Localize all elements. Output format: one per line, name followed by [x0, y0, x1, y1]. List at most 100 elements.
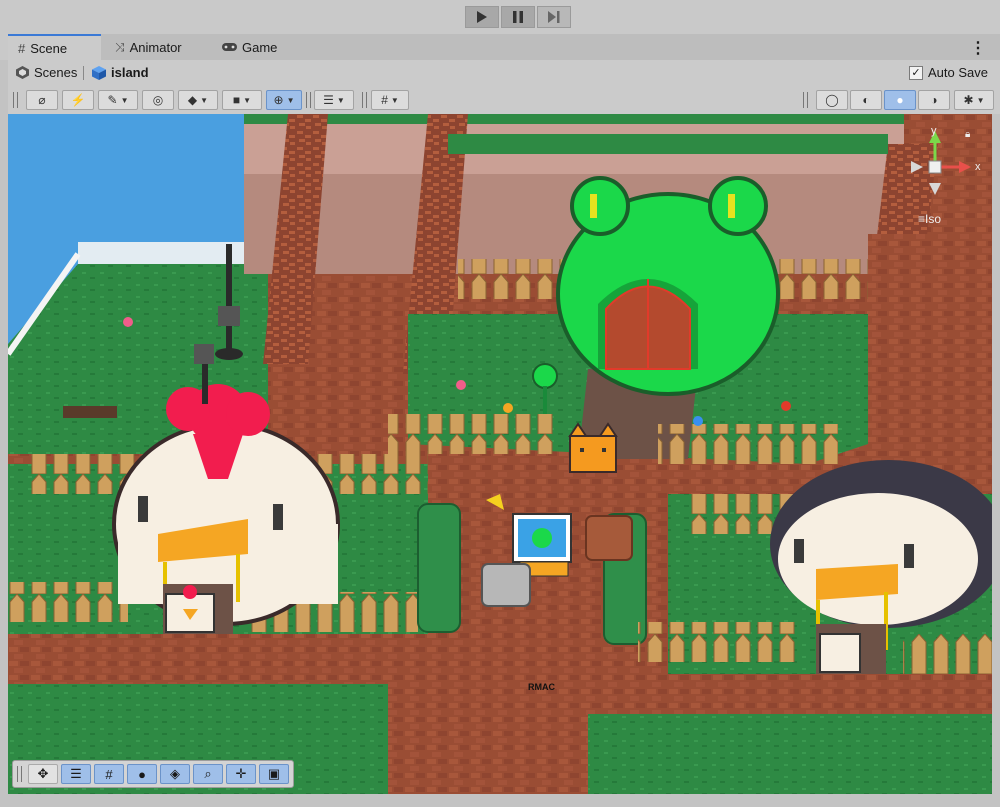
autosave-toggle[interactable]: ✓ Auto Save	[909, 65, 988, 80]
projection-toggle[interactable]: ≡Iso	[918, 212, 941, 226]
bottom-edge	[0, 794, 1000, 807]
eye-off-icon: ◎	[152, 93, 164, 107]
chevron-down-icon: ▼	[243, 95, 252, 105]
autosave-label: Auto Save	[928, 65, 988, 80]
grid-snap-icon: #	[105, 766, 113, 782]
projection-label: Iso	[925, 212, 942, 226]
breadcrumb-root-label: Scenes	[34, 65, 78, 80]
gamepad-icon	[222, 40, 237, 55]
gizmo-axis-y: y	[931, 125, 937, 137]
grid-snap-button[interactable]: # ▼	[371, 90, 409, 110]
tab-scene-label: Scene	[30, 40, 68, 56]
animator-icon: ⤨	[115, 39, 125, 54]
camera-icon: ■	[232, 93, 241, 107]
toolbar-grip-icon[interactable]	[362, 92, 367, 108]
tab-game[interactable]: Game	[212, 34, 287, 60]
right-panel-edge	[992, 114, 1000, 807]
toolbar-grip-icon[interactable]	[13, 92, 18, 108]
more-options-icon[interactable]: ⋮	[970, 38, 986, 58]
breadcrumb-current[interactable]: island	[92, 65, 149, 80]
pause-button[interactable]	[501, 6, 535, 28]
orientation-gizmo[interactable]: y x 🔒︎	[897, 125, 989, 227]
wireframe-shading-button[interactable]: ◯	[816, 90, 848, 110]
move-tool-button[interactable]: ✥	[28, 764, 58, 784]
menu-lines-icon: ≡	[918, 212, 926, 226]
camera-icon: ▣	[267, 766, 281, 781]
unity-logo-icon	[16, 66, 29, 79]
lighting-toggle-button[interactable]: ⚡	[62, 90, 94, 110]
light-off-icon: ⚡	[70, 93, 86, 107]
lock-icon[interactable]: 🔒︎	[965, 129, 970, 140]
overlay-grip-icon[interactable]	[17, 766, 22, 782]
play-controls-bar	[0, 0, 1000, 34]
scene-render	[8, 114, 992, 794]
tab-animator[interactable]: ⤨ Animator	[105, 34, 192, 60]
audio-toggle-button[interactable]: ✎ ▼	[98, 90, 138, 110]
scene-visibility-button[interactable]: ◎	[142, 90, 174, 110]
layers-icon: ◈	[170, 766, 180, 781]
breadcrumb-current-label: island	[111, 65, 149, 80]
grid-snap-icon: #	[381, 93, 388, 107]
scene-viewport[interactable]: RMAC	[8, 114, 992, 794]
grid-overlay-button[interactable]: #	[94, 764, 124, 784]
step-button[interactable]	[537, 6, 571, 28]
shaded-wire-sphere-icon: ◐	[862, 93, 870, 107]
editor-tab-bar: # Scene ⤨ Animator Game ⋮	[8, 34, 1000, 60]
sliders-icon: ☰	[70, 766, 82, 781]
frog-house	[556, 176, 780, 396]
play-button[interactable]	[465, 6, 499, 28]
pause-icon	[513, 11, 523, 23]
toolbar-grip-icon[interactable]	[306, 92, 311, 108]
search-overlay-button[interactable]: ⌕	[193, 764, 223, 784]
chevron-down-icon: ▼	[120, 95, 129, 105]
chevron-down-icon: ▼	[200, 95, 209, 105]
search-icon: ⌕	[204, 766, 212, 781]
tab-animator-label: Animator	[129, 39, 182, 55]
chevron-down-icon: ▼	[336, 95, 345, 105]
tool-settings-overlay-button[interactable]: ☰	[61, 764, 91, 784]
unlit-button[interactable]: ◑	[918, 90, 950, 110]
toolbar-grip-icon[interactable]	[803, 92, 808, 108]
bug-icon: ✱	[963, 93, 974, 107]
tool-settings-button[interactable]: ☰ ▼	[314, 90, 354, 110]
bench	[63, 406, 117, 418]
bear-sprite	[585, 515, 633, 561]
gizmo-tool-button[interactable]: ⊕ ▼	[266, 90, 302, 110]
sliders-icon: ☰	[323, 93, 334, 107]
shading-overlay-button[interactable]: ●	[127, 764, 157, 784]
autosave-checkbox-icon[interactable]: ✓	[909, 65, 923, 80]
camera-button[interactable]: ■ ▼	[222, 90, 262, 110]
shaded-wireframe-button[interactable]: ◐	[850, 90, 882, 110]
shaded-button[interactable]: ●	[884, 90, 916, 110]
sign-label: RMAC	[528, 682, 555, 692]
transform-overlay-button[interactable]: ✛	[226, 764, 256, 784]
tab-scene[interactable]: # Scene	[8, 34, 101, 60]
layers-button[interactable]: ◆ ▼	[178, 90, 218, 110]
tab-game-label: Game	[242, 39, 278, 55]
breadcrumb-root[interactable]: Scenes	[16, 65, 77, 80]
effects-off-icon: ✎	[107, 93, 118, 107]
step-icon	[548, 11, 560, 23]
breadcrumb-separator	[83, 66, 84, 80]
toggle-2d-button[interactable]: ⌀	[26, 90, 58, 110]
crosshair-icon: ⊕	[273, 93, 284, 107]
transform-icon: ✛	[235, 766, 247, 781]
chevron-down-icon: ▼	[390, 95, 399, 105]
chevron-down-icon: ▼	[286, 95, 295, 105]
play-controls	[465, 6, 571, 28]
layers-icon: ◆	[187, 93, 198, 107]
gizmo-axis-x: x	[975, 161, 981, 173]
hidden-2d-icon: ⌀	[38, 93, 46, 107]
debug-draw-button[interactable]: ✱ ▼	[954, 90, 994, 110]
shaded-sphere-icon: ●	[896, 93, 904, 107]
layers-overlay-button[interactable]: ◈	[160, 764, 190, 784]
cube-icon	[92, 65, 106, 80]
stone-sprite	[481, 563, 531, 607]
tools-overlay: ✥ ☰ # ● ◈ ⌕ ✛ ▣	[12, 760, 294, 788]
scene-toolbar: ⌀ ⚡ ✎ ▼ ◎ ◆ ▼ ■ ▼ ⊕ ▼ ☰ ▼ # ▼ ◯ ◐ ● ◑ ✱ ▼	[8, 86, 1000, 115]
move-arrows-icon: ✥	[37, 766, 49, 781]
wireframe-sphere-icon: ◯	[825, 93, 839, 107]
camera-overlay-button[interactable]: ▣	[259, 764, 289, 784]
unlit-sphere-icon: ◑	[930, 93, 938, 107]
breadcrumb-bar: Scenes island ✓ Auto Save	[8, 60, 1000, 87]
